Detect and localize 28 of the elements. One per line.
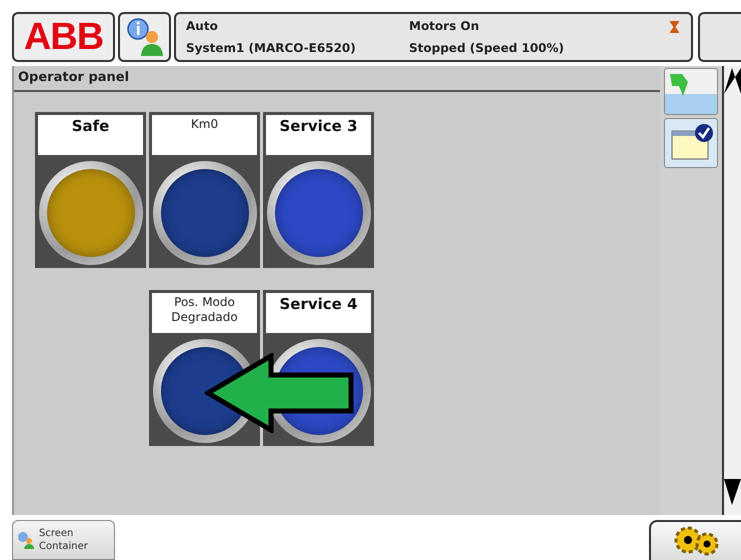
header-tab[interactable]	[698, 12, 741, 62]
settings-button[interactable]	[649, 520, 741, 560]
lamp-tile[interactable]: Safe	[35, 112, 146, 268]
status-panel[interactable]: Auto System1 (MARCO-E6520) Motors On Stopped (Speed 100%)	[174, 12, 693, 62]
hourglass-icon	[670, 21, 679, 33]
system-name: System1 (MARCO-E6520)	[186, 40, 357, 57]
arrow-icon	[668, 72, 690, 98]
screen-container-button[interactable]: Screen Container	[12, 520, 115, 560]
info-button[interactable]	[118, 12, 171, 62]
lamp-label: Safe	[72, 116, 110, 137]
scroll-up-icon[interactable]	[724, 68, 741, 94]
window-check-button[interactable]	[664, 118, 718, 168]
lamp-tile[interactable]: Service 3	[263, 112, 374, 268]
lamp-label: Pos. Modo Degradado	[170, 294, 239, 326]
motors-state: Motors On	[409, 18, 480, 35]
info-person-icon	[17, 531, 35, 549]
lamp-tile[interactable]: Km0	[149, 112, 260, 268]
panel-title: Operator panel	[18, 69, 130, 88]
scroll-down-icon[interactable]	[724, 479, 741, 505]
operating-mode: Auto	[186, 18, 219, 35]
logo-button[interactable]: ABB	[12, 12, 115, 62]
screen-container-label: Screen Container	[39, 527, 89, 553]
info-person-icon	[126, 17, 164, 57]
logo: ABB	[24, 18, 104, 56]
program-state: Stopped (Speed 100%)	[409, 40, 564, 57]
lamp-label: Km0	[190, 116, 218, 133]
lamp-label: Service 4	[279, 294, 358, 315]
lamp-label: Service 3	[279, 116, 358, 137]
